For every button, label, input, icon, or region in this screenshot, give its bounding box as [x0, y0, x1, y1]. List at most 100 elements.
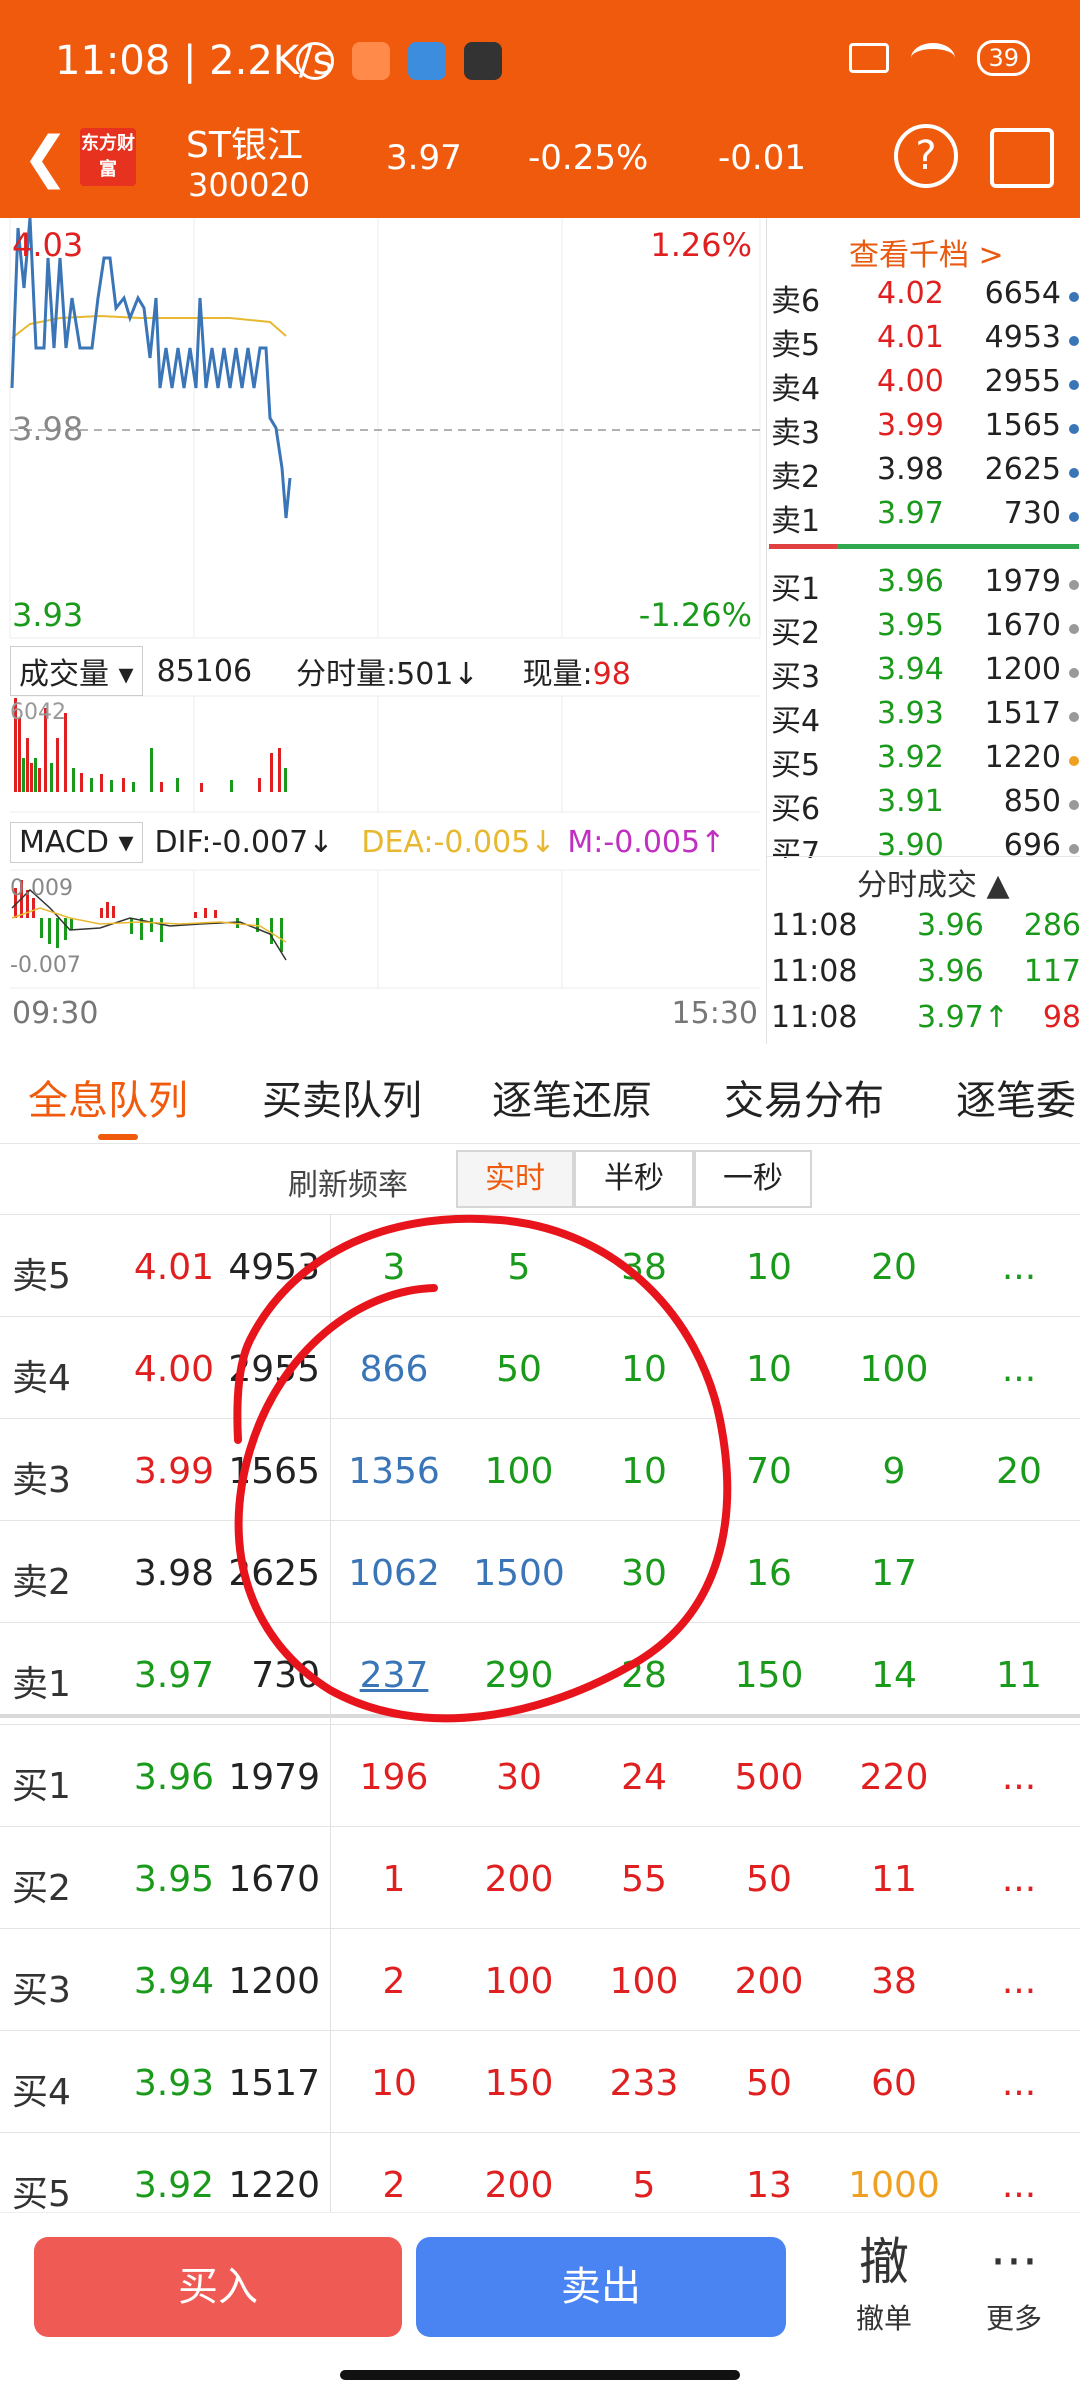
bottom-action-bar: 买入 卖出 撤 撤单 ··· 更多 [0, 2212, 1080, 2362]
buy-button[interactable]: 买入 [34, 2237, 402, 2337]
cancel-order-button[interactable]: 撤 撤单 [834, 2227, 934, 2337]
bid-row[interactable]: 买6 3.91 850 [767, 784, 1080, 828]
bid-qty: 1670 [984, 608, 1061, 643]
refresh-one-second[interactable]: 一秒 [694, 1150, 812, 1208]
bid-dot-icon [1069, 756, 1079, 766]
queue-order-cell: 150 [484, 2063, 554, 2104]
ask-qty: 2625 [984, 452, 1061, 487]
macd-header: MACD ▾ DIF:-0.007↓ DEA:-0.005↓ M:-0.005↑ [10, 822, 725, 863]
queue-volume: 1200 [228, 1961, 320, 2002]
intraday-chart[interactable]: 4.03 1.26% 3.98 3.93 -1.26% 成交量 ▾ 85106 … [0, 218, 764, 1040]
more-label: 更多 [985, 2302, 1042, 2335]
ask-row[interactable]: 卖6 4.02 6654 [767, 276, 1080, 320]
queue-level: 买5 [12, 2174, 71, 2215]
sell-button[interactable]: 卖出 [416, 2237, 786, 2337]
tick-row: 11:08 3.96 286 [771, 908, 1080, 952]
bid-row[interactable]: 买4 3.93 1517 [767, 696, 1080, 740]
view-depth-link[interactable]: 查看千档 > [849, 230, 1004, 274]
bid-label: 买2 [771, 616, 821, 651]
bid-price: 3.92 [877, 740, 944, 775]
tab-full-queue[interactable]: 全息队列 [28, 1068, 188, 1126]
refresh-control: 刷新频率 实时 半秒 一秒 [0, 1146, 1080, 1216]
refresh-half-second[interactable]: 半秒 [574, 1150, 694, 1208]
bid-row[interactable]: 买5 3.92 1220 [767, 740, 1080, 784]
queue-row[interactable]: 买2 3.95 1670 1 200 55 50 11... [0, 1826, 1080, 1928]
ask-label: 卖4 [771, 372, 821, 407]
queue-row[interactable]: 买4 3.93 1517 10 150 233 50 60... [0, 2030, 1080, 2132]
ask-row[interactable]: 卖3 3.99 1565 [767, 408, 1080, 452]
queue-level: 卖4 [12, 1358, 71, 1399]
queue-order-cell: 500 [734, 1757, 804, 1798]
queue-order-cell: 11 [871, 1859, 917, 1900]
more-button[interactable]: ··· 更多 [964, 2227, 1064, 2337]
stock-header: ❮ 东方财富 ST银江 300020 3.97 -0.25% -0.01 ? [0, 110, 1080, 218]
refresh-realtime[interactable]: 实时 [456, 1150, 574, 1208]
more-icon: ··· [990, 2233, 1038, 2291]
queue-level: 卖1 [12, 1664, 71, 1705]
queue-order-cell: 100 [609, 1961, 679, 2002]
home-indicator[interactable] [340, 2370, 740, 2380]
tab-trade-distribution[interactable]: 交易分布 [724, 1068, 884, 1126]
queue-order-cell: 196 [359, 1757, 429, 1798]
tick-time: 11:08 [771, 954, 858, 989]
queue-order-cell: 20 [996, 1451, 1042, 1492]
queue-row[interactable]: 卖4 4.00 2955 866 50 10 10 100... [0, 1316, 1080, 1418]
tick-row: 11:08 3.96 117 [771, 954, 1080, 998]
layout-switch-icon[interactable] [990, 128, 1054, 188]
battery-icon: 39 [977, 40, 1030, 76]
macd-bottom-value: -0.007 [10, 953, 81, 978]
bid-price: 3.96 [877, 564, 944, 599]
queue-row[interactable]: 买3 3.94 1200 2 100 100 200 38... [0, 1928, 1080, 2030]
macd-selector[interactable]: MACD ▾ [10, 822, 143, 863]
macd-dea: DEA:-0.005↓ [361, 825, 556, 860]
tab-tick-order[interactable]: 逐笔委 [956, 1068, 1080, 1126]
tab-tick-restore[interactable]: 逐笔还原 [492, 1068, 652, 1126]
ask-row[interactable]: 卖5 4.01 4953 [767, 320, 1080, 364]
bid-label: 买1 [771, 572, 821, 607]
volume-selector[interactable]: 成交量 ▾ [10, 646, 143, 696]
ask-row[interactable]: 卖2 3.98 2625 [767, 452, 1080, 496]
bid-label: 买6 [771, 792, 821, 827]
bid-qty: 1979 [984, 564, 1061, 599]
queue-order-cell: 60 [871, 2063, 917, 2104]
bid-row[interactable]: 买7 3.90 696 [767, 828, 1080, 858]
queue-price: 4.01 [133, 1247, 214, 1288]
header-change: -0.01 [718, 138, 806, 178]
bid-price: 3.94 [877, 652, 944, 687]
refresh-label: 刷新频率 [288, 1168, 408, 1203]
queue-row[interactable]: 卖1 3.97 730 237 290 28 150 14 11 [0, 1622, 1080, 1724]
ask-qty: 1565 [984, 408, 1061, 443]
macd-top-value: 0.009 [10, 876, 73, 901]
ask-bid-separator [0, 1714, 1080, 1718]
bid-dot-icon [1069, 624, 1079, 634]
book-ratio-bar [769, 544, 1079, 549]
tick-volume: 117 [1023, 954, 1080, 989]
bid-row[interactable]: 买2 3.95 1670 [767, 608, 1080, 652]
help-icon[interactable]: ? [894, 124, 958, 188]
ticks-header[interactable]: 分时成交 ▲ [857, 860, 1010, 904]
ask-price: 4.02 [877, 276, 944, 311]
queue-row[interactable]: 买1 3.96 1979 196 30 24 500 220... [0, 1724, 1080, 1826]
queue-row[interactable]: 卖5 4.01 4953 3 5 38 10 20... [0, 1214, 1080, 1316]
queue-order-cell: 200 [484, 2165, 554, 2206]
queue-price: 3.92 [133, 2165, 214, 2206]
price-prev-close: 3.98 [12, 410, 84, 448]
notification-icons [296, 42, 502, 80]
queue-row[interactable]: 卖2 3.98 2625 1062 1500 30 16 17 [0, 1520, 1080, 1622]
back-arrow-icon[interactable]: ❮ [22, 130, 69, 186]
macd-dif: DIF:-0.007↓ [154, 825, 334, 860]
queue-level: 买1 [12, 1766, 71, 1807]
bid-row[interactable]: 买3 3.94 1200 [767, 652, 1080, 696]
bid-label: 买4 [771, 704, 821, 739]
bid-price: 3.93 [877, 696, 944, 731]
queue-volume: 1979 [228, 1757, 320, 1798]
header-price: 3.97 [386, 138, 462, 178]
ask-label: 卖6 [771, 284, 821, 319]
queue-order-cell: 70 [746, 1451, 792, 1492]
volume-header: 成交量 ▾ 85106 分时量:501↓ 现量:98 [10, 646, 631, 696]
ask-row[interactable]: 卖4 4.00 2955 [767, 364, 1080, 408]
bid-row[interactable]: 买1 3.96 1979 [767, 564, 1080, 608]
tab-bid-ask-queue[interactable]: 买卖队列 [262, 1068, 422, 1126]
queue-row[interactable]: 卖3 3.99 1565 1356 100 10 70 9 20 [0, 1418, 1080, 1520]
ask-row[interactable]: 卖1 3.97 730 [767, 496, 1080, 540]
